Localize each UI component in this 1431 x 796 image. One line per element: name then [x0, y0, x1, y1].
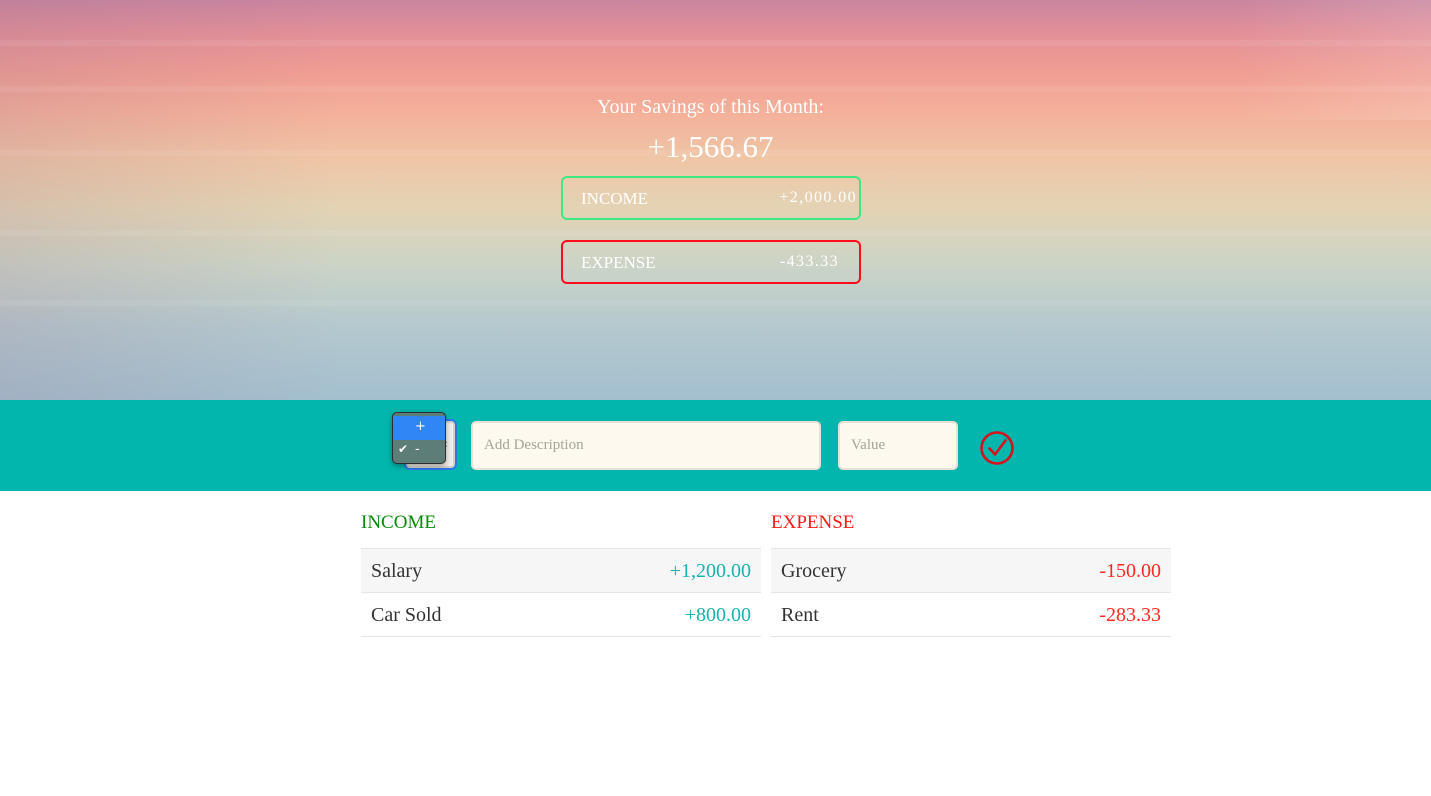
income-item-description: Car Sold — [371, 604, 442, 626]
income-item-description: Salary — [371, 560, 423, 582]
income-list-heading: INCOME — [361, 507, 761, 549]
type-option-minus-label: - — [415, 442, 420, 457]
savings-title: Your Savings of this Month: — [597, 96, 824, 118]
type-option-plus-label: + — [415, 419, 426, 434]
expense-item[interactable]: Grocery -150.00 — [771, 549, 1171, 593]
type-dropdown[interactable]: + ✔ - — [392, 412, 446, 464]
expense-summary-value: -433.33 — [779, 253, 839, 270]
income-summary-value: +2,000.00 — [779, 189, 857, 206]
value-input[interactable] — [838, 421, 958, 470]
expense-summary: EXPENSE -433.33 — [561, 240, 861, 284]
income-list: INCOME Salary +1,200.00 Car Sold +800.00 — [361, 507, 761, 637]
income-item-value: +800.00 — [684, 604, 751, 626]
income-item[interactable]: Salary +1,200.00 — [361, 549, 761, 593]
type-option-minus[interactable]: ✔ - — [393, 439, 445, 463]
income-item-value: +1,200.00 — [669, 560, 751, 582]
expense-item[interactable]: Rent -283.33 — [771, 593, 1171, 637]
income-item[interactable]: Car Sold +800.00 — [361, 593, 761, 637]
income-summary-label: INCOME — [581, 189, 649, 208]
expense-item-description: Grocery — [781, 560, 847, 582]
savings-total: +1,566.67 — [647, 129, 774, 164]
expense-summary-label: EXPENSE — [581, 253, 656, 272]
expense-item-description: Rent — [781, 604, 819, 626]
check-circle-icon — [980, 431, 1014, 465]
header-background: Your Savings of this Month: +1,566.67 IN… — [0, 0, 1431, 400]
expense-item-value: -283.33 — [1099, 604, 1161, 626]
income-summary: INCOME +2,000.00 — [561, 176, 861, 220]
type-option-plus[interactable]: + — [393, 416, 445, 440]
expense-item-value: -150.00 — [1099, 560, 1161, 582]
expense-list: EXPENSE Grocery -150.00 Rent -283.33 — [771, 507, 1171, 637]
description-input[interactable] — [471, 421, 821, 470]
submit-button[interactable] — [979, 430, 1015, 466]
checkmark-icon: ✔ — [398, 442, 409, 456]
expense-list-heading: EXPENSE — [771, 507, 1171, 549]
